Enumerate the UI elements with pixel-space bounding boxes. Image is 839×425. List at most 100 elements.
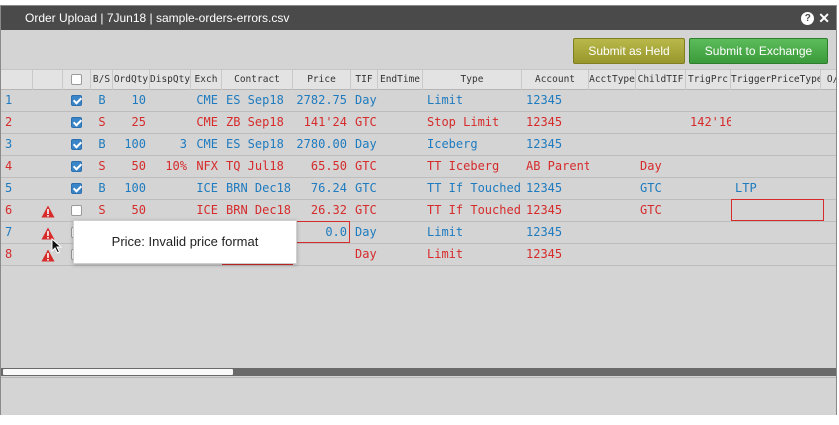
cell-trigtype[interactable] — [731, 156, 821, 177]
column-header-blank-2[interactable] — [63, 70, 91, 90]
cell-trigprc[interactable] — [686, 134, 731, 155]
cell-accttype[interactable] — [589, 244, 636, 265]
cell-ordqty[interactable]: 25 — [113, 112, 150, 133]
cell-bs[interactable]: B — [91, 178, 113, 199]
cell-trigtype[interactable] — [731, 90, 821, 111]
cell-childtif[interactable]: GTC — [636, 178, 686, 199]
cell-num[interactable]: 6 — [1, 200, 33, 221]
submit-as-held-button[interactable]: Submit as Held — [573, 38, 685, 64]
cell-childtif[interactable] — [636, 90, 686, 111]
cell-tif[interactable]: Day — [351, 90, 378, 111]
column-header-endtime[interactable]: EndTime — [378, 70, 423, 90]
cell-childtif[interactable] — [636, 134, 686, 155]
cell-endtime[interactable] — [378, 156, 423, 177]
cell-account[interactable]: AB Parent — [522, 156, 589, 177]
cell-type[interactable]: Limit — [423, 222, 522, 243]
cell-type[interactable]: Limit — [423, 90, 522, 111]
cell-num[interactable]: 3 — [1, 134, 33, 155]
cell-account[interactable]: 12345 — [522, 244, 589, 265]
cell-endtime[interactable] — [378, 244, 423, 265]
table-row[interactable]: 2 S 25 CME ZB Sep18 141'24 GTC Stop Limit 12345 1… — [1, 112, 836, 134]
column-header-childtif[interactable]: ChildTIF — [636, 70, 686, 90]
cell-price[interactable]: 2782.75 — [293, 90, 351, 111]
cell-accttype[interactable] — [589, 222, 636, 243]
cell-type[interactable]: Iceberg — [423, 134, 522, 155]
column-header-triggerpricetype[interactable]: TriggerPriceType — [731, 70, 821, 90]
cell-price[interactable]: 65.50 — [293, 156, 351, 177]
cell-accttype[interactable] — [589, 112, 636, 133]
cell-trigprc[interactable] — [686, 156, 731, 177]
cell-endtime[interactable] — [378, 200, 423, 221]
cell-bs[interactable]: B — [91, 90, 113, 111]
cell-price[interactable]: 2780.00 — [293, 134, 351, 155]
horizontal-scrollbar[interactable] — [1, 368, 836, 376]
cell-ordqty[interactable]: 50 — [113, 156, 150, 177]
column-header-tif[interactable]: TIF — [351, 70, 378, 90]
table-row[interactable]: 3 B 100 3 CME ES Sep18 2780.00 Day Iceberg 12345 — [1, 134, 836, 156]
column-header-price[interactable]: Price — [293, 70, 351, 90]
help-icon[interactable]: ? — [801, 11, 815, 25]
cell-endtime[interactable] — [378, 134, 423, 155]
cell-trigtype[interactable] — [731, 244, 821, 265]
cell-ordqty[interactable]: 100 — [113, 178, 150, 199]
scrollbar-thumb[interactable] — [3, 369, 233, 375]
cell-bs[interactable]: S — [91, 156, 113, 177]
column-header-ordqty[interactable]: OrdQty — [113, 70, 150, 90]
cell-exch[interactable]: ICE — [191, 178, 222, 199]
cell-contract[interactable]: BRN Dec18 — [222, 200, 293, 221]
row-select-checkbox[interactable] — [71, 117, 82, 128]
row-select-checkbox[interactable] — [71, 205, 82, 216]
cell-childtif[interactable]: Day — [636, 156, 686, 177]
cell-trigtype[interactable]: LTP — [731, 178, 821, 199]
cell-price[interactable] — [293, 244, 351, 265]
cell-trigprc[interactable] — [686, 90, 731, 111]
cell-account[interactable]: 12345 — [522, 178, 589, 199]
table-row[interactable]: 5 B 100 ICE BRN Dec18 76.24 GTC TT If Touched 12… — [1, 178, 836, 200]
cell-childtif[interactable] — [636, 222, 686, 243]
cell-price[interactable]: 26.32 — [293, 200, 351, 221]
cell-ordqty[interactable]: 50 — [113, 200, 150, 221]
cell-type[interactable]: TT If Touched — [423, 178, 522, 199]
cell-bs[interactable]: S — [91, 200, 113, 221]
column-header-o-[interactable]: O/( — [821, 70, 836, 90]
cell-price[interactable]: 76.24 — [293, 178, 351, 199]
cell-exch[interactable]: CME — [191, 134, 222, 155]
cell-bs[interactable]: S — [91, 112, 113, 133]
row-select-checkbox[interactable] — [71, 161, 82, 172]
column-header-dispqty[interactable]: DispQty — [150, 70, 191, 90]
column-header-accttype[interactable]: AcctType — [589, 70, 636, 90]
cell-num[interactable]: 1 — [1, 90, 33, 111]
cell-accttype[interactable] — [589, 90, 636, 111]
cell-bs[interactable]: B — [91, 134, 113, 155]
table-row[interactable]: 1 B 10 CME ES Sep18 2782.75 Day Limit 12345 — [1, 90, 836, 112]
cell-account[interactable]: 12345 — [522, 90, 589, 111]
cell-childtif[interactable] — [636, 112, 686, 133]
cell-trigtype[interactable] — [731, 134, 821, 155]
cell-account[interactable]: 12345 — [522, 200, 589, 221]
cell-num[interactable]: 5 — [1, 178, 33, 199]
cell-endtime[interactable] — [378, 90, 423, 111]
cell-trigprc[interactable]: 142'16 — [686, 112, 731, 133]
close-icon[interactable]: ✕ — [818, 11, 830, 25]
table-row[interactable]: 6 S 50 ICE BRN Dec18 26.32 GTC TT If Touched 123… — [1, 200, 836, 222]
cell-tif[interactable]: Day — [351, 134, 378, 155]
cell-exch[interactable]: CME — [191, 90, 222, 111]
cell-dispqty[interactable]: 3 — [150, 134, 191, 155]
cell-tif[interactable]: Day — [351, 222, 378, 243]
cell-account[interactable]: 12345 — [522, 112, 589, 133]
cell-tif[interactable]: Day — [351, 244, 378, 265]
cell-childtif[interactable] — [636, 244, 686, 265]
cell-trigprc[interactable] — [686, 200, 731, 221]
cell-dispqty[interactable] — [150, 90, 191, 111]
cell-type[interactable]: Limit — [423, 244, 522, 265]
column-header-type[interactable]: Type — [423, 70, 522, 90]
row-select-checkbox[interactable] — [71, 139, 82, 150]
cell-tif[interactable]: GTC — [351, 112, 378, 133]
cell-childtif[interactable]: GTC — [636, 200, 686, 221]
cell-contract[interactable]: ZB Sep18 — [222, 112, 293, 133]
cell-dispqty[interactable] — [150, 112, 191, 133]
cell-exch[interactable]: NFX — [191, 156, 222, 177]
cell-contract[interactable]: ES Sep18 — [222, 134, 293, 155]
table-row[interactable]: 4 S 50 10% NFX TQ Jul18 65.50 GTC TT Iceberg AB P… — [1, 156, 836, 178]
column-header-contract[interactable]: Contract — [222, 70, 293, 90]
